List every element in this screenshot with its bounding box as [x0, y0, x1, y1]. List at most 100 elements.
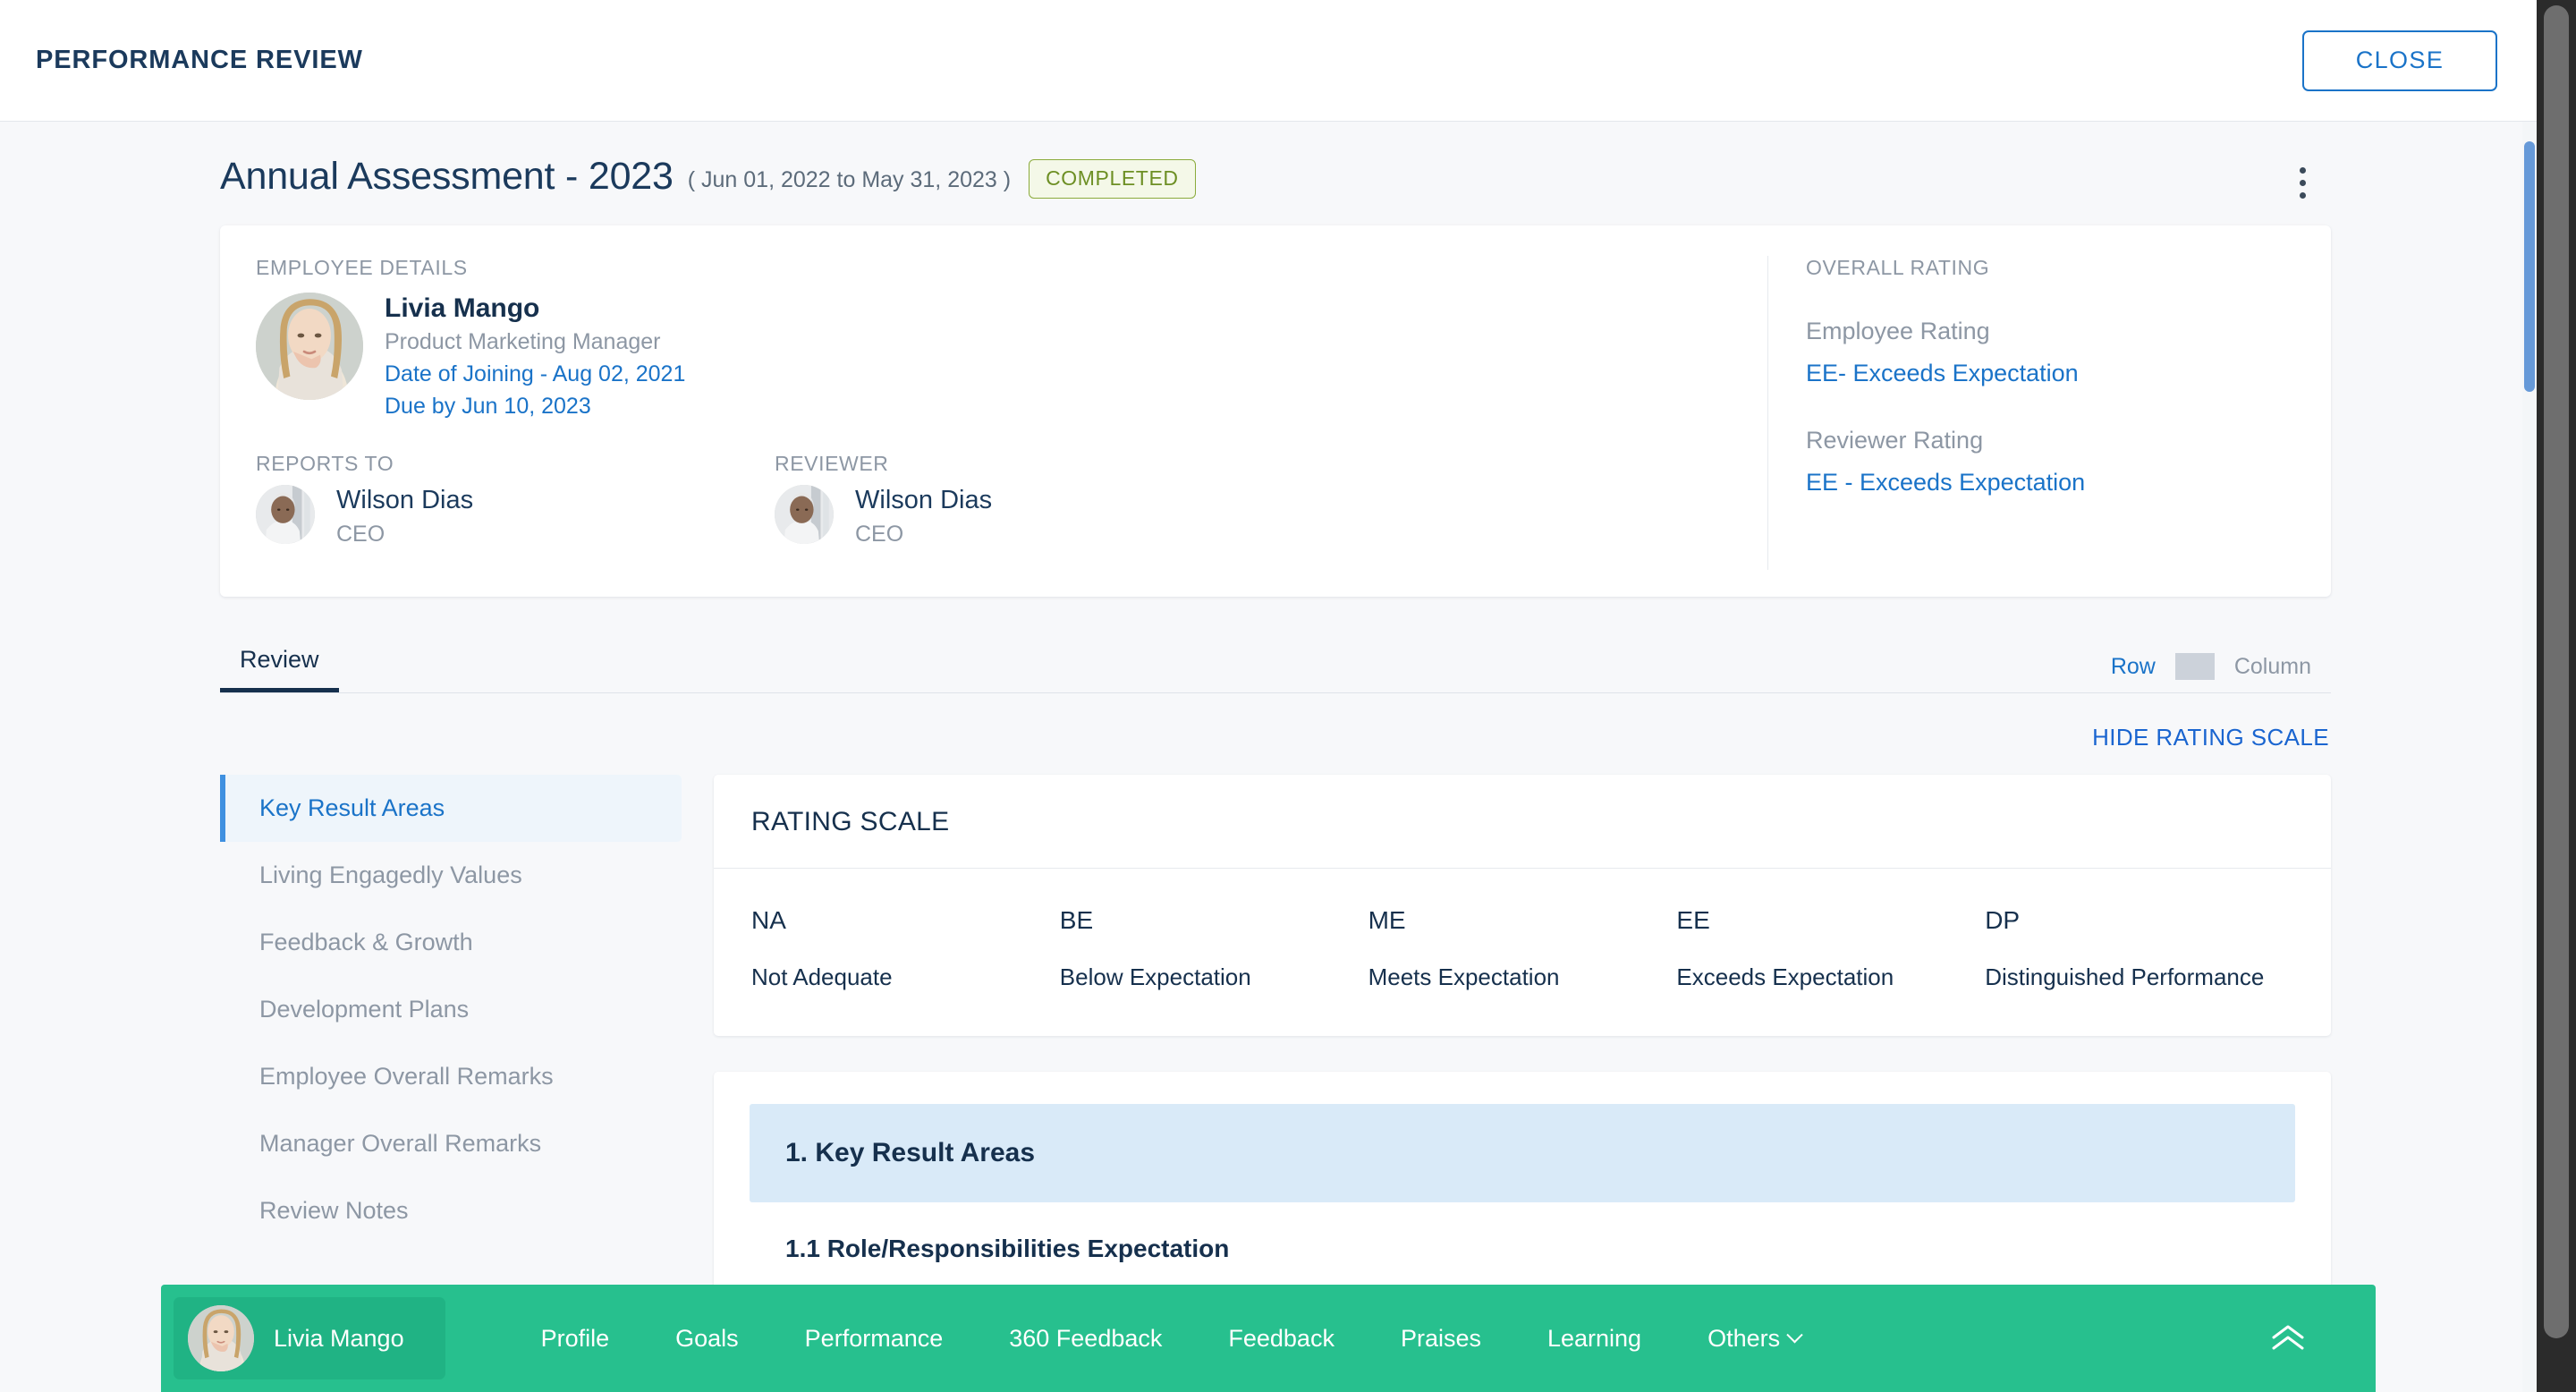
reviewer-person: Wilson Dias CEO	[775, 485, 1293, 547]
rating-scale-card: RATING SCALE NA Not Adequate BE Below Ex…	[714, 775, 2331, 1037]
rating-code-ee: EE	[1676, 906, 1710, 934]
kebab-menu-icon[interactable]	[2283, 161, 2322, 204]
reviewer-rating-label: Reviewer Rating	[1806, 427, 1984, 454]
rating-scale-heading: RATING SCALE	[751, 807, 950, 836]
employee-person-row: Livia Mango Product Marketing Manager Da…	[256, 293, 1732, 420]
tab-strip: Review Row Column	[220, 627, 2331, 693]
sidebar-item-feedback-growth[interactable]: Feedback & Growth	[220, 909, 682, 976]
employee-rating-block: Employee Rating EE- Exceeds Expectation	[1806, 318, 2295, 387]
rating-scale-header: RATING SCALE	[714, 775, 2331, 869]
review-sidenav: Key Result Areas Living Engagedly Values…	[220, 775, 714, 1299]
employee-name: Livia Mango	[385, 293, 540, 323]
sidebar-item-development-plans[interactable]: Development Plans	[220, 976, 682, 1043]
rating-scale-item-be: BE Below Expectation	[1060, 906, 1368, 993]
rating-desc-ee: Exceeds Expectation	[1676, 963, 1894, 990]
footer-nav-profile[interactable]: Profile	[508, 1325, 643, 1353]
footer-nav-goals[interactable]: Goals	[642, 1325, 772, 1353]
employee-rating-value: EE- Exceeds Expectation	[1806, 360, 2079, 386]
footer-nav-praises[interactable]: Praises	[1368, 1325, 1514, 1353]
footer-user-name: Livia Mango	[274, 1324, 404, 1352]
employee-avatar	[256, 293, 363, 400]
performance-review-modal: PERFORMANCE REVIEW CLOSE Annual Assessme…	[0, 0, 2576, 1392]
reviewer-label: REVIEWER	[775, 452, 889, 476]
employee-details-label: EMPLOYEE DETAILS	[256, 256, 468, 279]
footer-nav-bar: Livia Mango Profile Goals Performance 36…	[161, 1285, 2376, 1392]
view-toggle: Row Column	[2091, 653, 2331, 692]
footer-nav-feedback[interactable]: Feedback	[1195, 1325, 1368, 1353]
rating-desc-na: Not Adequate	[751, 963, 893, 990]
rating-scale-item-ee: EE Exceeds Expectation	[1676, 906, 1985, 993]
assessment-title: Annual Assessment - 2023	[220, 154, 674, 198]
employee-rating-label: Employee Rating	[1806, 318, 1990, 344]
reviewer-rating-block: Reviewer Rating EE - Exceeds Expectation	[1806, 427, 2295, 497]
view-toggle-divider	[2174, 653, 2215, 680]
browser-scrollbar-thumb[interactable]	[2544, 5, 2569, 1338]
sidebar-item-key-result-areas[interactable]: Key Result Areas	[220, 775, 682, 842]
reports-to-role: CEO	[336, 521, 386, 547]
reports-to-block: REPORTS TO Wilson Dias CEO	[256, 452, 775, 547]
view-toggle-row[interactable]: Row	[2091, 654, 2175, 680]
status-badge: COMPLETED	[1029, 159, 1196, 199]
double-chevron-up-icon[interactable]	[2263, 1313, 2313, 1363]
footer-nav-others[interactable]: Others	[1674, 1325, 1834, 1353]
overall-rating-label: OVERALL RATING	[1806, 256, 1990, 279]
assessment-date-range: ( Jun 01, 2022 to May 31, 2023 )	[687, 167, 1012, 192]
reports-to-person: Wilson Dias CEO	[256, 485, 775, 547]
hide-rating-scale-link[interactable]: HIDE RATING SCALE	[2092, 724, 2329, 751]
content-wrapper: Annual Assessment - 2023 ( Jun 01, 2022 …	[220, 122, 2331, 1300]
chevron-down-icon	[1786, 1326, 1803, 1343]
employee-role: Product Marketing Manager	[385, 329, 661, 355]
reviewer-role: CEO	[855, 521, 904, 547]
sidebar-item-employee-overall-remarks[interactable]: Employee Overall Remarks	[220, 1043, 682, 1110]
view-toggle-column[interactable]: Column	[2215, 654, 2331, 680]
browser-scrollbar-track[interactable]	[2537, 0, 2576, 1392]
footer-nav-360-feedback[interactable]: 360 Feedback	[976, 1325, 1195, 1353]
reports-to-info: Wilson Dias CEO	[336, 485, 473, 547]
reports-to-avatar	[256, 485, 315, 545]
modal-scroll-area: Annual Assessment - 2023 ( Jun 01, 2022 …	[0, 122, 2537, 1392]
rating-scale-grid: NA Not Adequate BE Below Expectation ME …	[714, 869, 2331, 1036]
content-scrollbar-track[interactable]	[2522, 122, 2537, 1392]
sidebar-item-review-notes[interactable]: Review Notes	[220, 1177, 682, 1244]
rating-code-be: BE	[1059, 906, 1094, 934]
assessment-title-row: Annual Assessment - 2023 ( Jun 01, 2022 …	[220, 154, 2331, 199]
rating-code-dp: DP	[1985, 906, 2021, 934]
reports-to-label: REPORTS TO	[256, 452, 394, 476]
employee-info: Livia Mango Product Marketing Manager Da…	[385, 293, 685, 420]
employee-details-card: EMPLOYEE DETAILS Livia Mango Product Mar…	[220, 225, 2331, 597]
close-button[interactable]: CLOSE	[2302, 30, 2497, 91]
related-people-row: REPORTS TO Wilson Dias CEO REVIEWER Wils…	[256, 452, 1732, 547]
footer-user-tile[interactable]: Livia Mango	[174, 1297, 445, 1379]
rating-desc-me: Meets Expectation	[1368, 963, 1560, 990]
footer-nav-learning[interactable]: Learning	[1514, 1325, 1674, 1353]
modal-header: PERFORMANCE REVIEW CLOSE	[0, 0, 2537, 122]
reports-to-name: Wilson Dias	[336, 486, 474, 515]
kra-subsection-title: 1.1 Role/Responsibilities Expectation	[785, 1235, 1230, 1263]
footer-nav-others-label: Others	[1707, 1324, 1781, 1352]
page-title: PERFORMANCE REVIEW	[36, 46, 363, 74]
kra-banner: 1. Key Result Areas	[750, 1104, 2295, 1203]
key-result-areas-card: 1. Key Result Areas 1.1 Role/Responsibil…	[714, 1072, 2331, 1300]
rating-scale-item-dp: DP Distinguished Performance	[1985, 906, 2293, 993]
employee-details-left: EMPLOYEE DETAILS Livia Mango Product Mar…	[220, 256, 1767, 570]
tab-review[interactable]: Review	[220, 646, 339, 692]
footer-avatar	[188, 1305, 254, 1371]
reviewer-block: REVIEWER Wilson Dias CEO	[775, 452, 1293, 547]
content-scrollbar-thumb[interactable]	[2524, 141, 2535, 392]
kra-banner-title: 1. Key Result Areas	[785, 1138, 1036, 1168]
reviewer-avatar	[775, 485, 834, 545]
review-body: Key Result Areas Living Engagedly Values…	[220, 775, 2331, 1300]
rating-scale-item-na: NA Not Adequate	[751, 906, 1060, 993]
reviewer-name: Wilson Dias	[855, 486, 993, 515]
rating-code-na: NA	[751, 906, 786, 934]
footer-nav-performance[interactable]: Performance	[772, 1325, 977, 1353]
footer-nav-links: Profile Goals Performance 360 Feedback F…	[508, 1325, 1835, 1353]
sidebar-item-living-engagedly-values[interactable]: Living Engagedly Values	[220, 842, 682, 909]
reviewer-info: Wilson Dias CEO	[855, 485, 992, 547]
sidebar-item-manager-overall-remarks[interactable]: Manager Overall Remarks	[220, 1110, 682, 1177]
rating-desc-be: Below Expectation	[1059, 963, 1251, 990]
rating-code-me: ME	[1368, 906, 1406, 934]
employee-due-by: Due by Jun 10, 2023	[385, 394, 591, 420]
review-panel: RATING SCALE NA Not Adequate BE Below Ex…	[714, 775, 2331, 1300]
rating-scale-item-me: ME Meets Expectation	[1368, 906, 1677, 993]
